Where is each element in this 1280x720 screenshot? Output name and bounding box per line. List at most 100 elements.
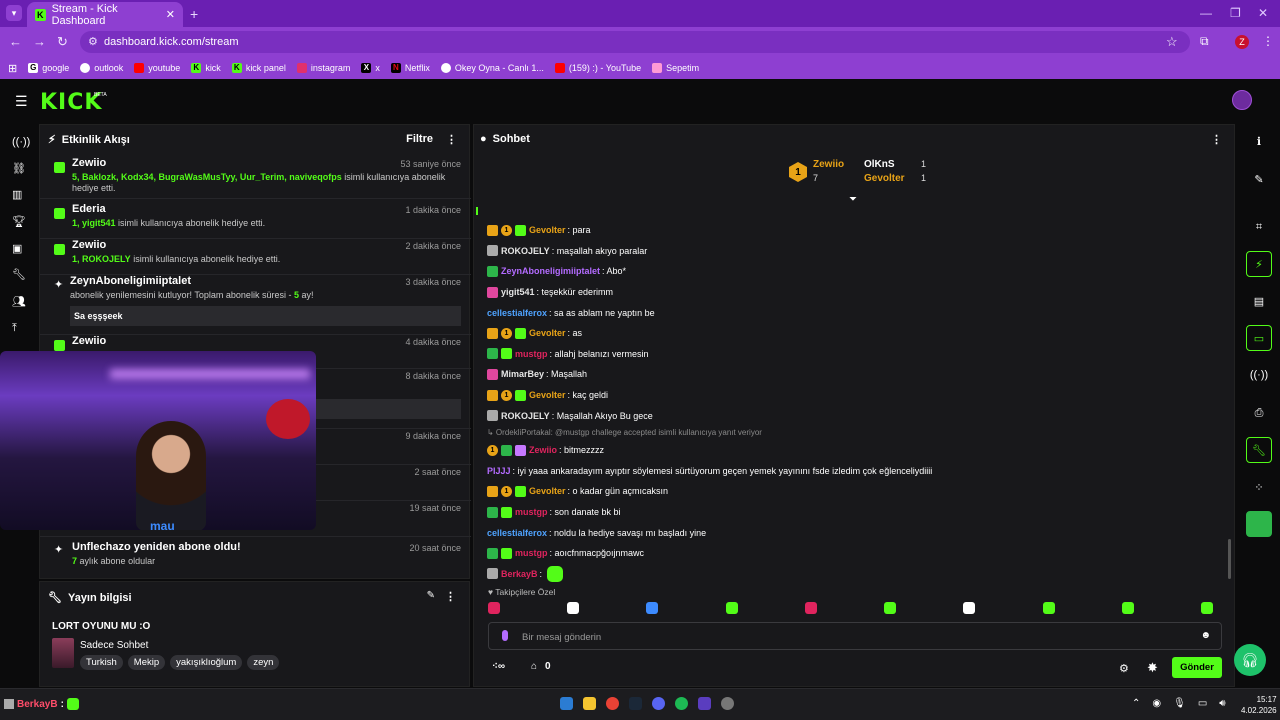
event-user[interactable]: Ederia [72, 203, 461, 215]
settings-icon[interactable]: ⚙ [1119, 662, 1129, 675]
maximize-icon[interactable]: ❐ [1230, 6, 1241, 20]
group-icon[interactable]: ⁘ [1246, 474, 1272, 500]
gifter-name[interactable]: OlKnS [864, 159, 895, 170]
emoji-icon[interactable]: ☻ [1200, 630, 1211, 641]
url-field[interactable]: ⚙ dashboard.kick.com/stream [80, 31, 1190, 53]
windows-start-icon[interactable] [560, 697, 573, 710]
discord-icon[interactable] [652, 697, 665, 710]
chrome-icon[interactable] [606, 697, 619, 710]
bookmark-kick[interactable]: Kkick [191, 63, 221, 73]
broadcast-icon[interactable]: ((·)) [1246, 362, 1272, 388]
steam-icon[interactable] [629, 697, 642, 710]
emote[interactable] [884, 602, 897, 614]
close-tab-icon[interactable]: ✕ [166, 8, 175, 21]
emote[interactable] [725, 602, 738, 614]
forward-icon[interactable]: → [33, 34, 46, 49]
top-gifter-name[interactable]: Zewiio [813, 159, 844, 170]
user-avatar[interactable] [1232, 90, 1252, 110]
bookmark-youtube-2[interactable]: (159) :) - YouTube [554, 63, 641, 73]
chat-username[interactable]: mustgp [515, 548, 548, 558]
infinity-icon[interactable]: ⁖∞ [492, 661, 505, 672]
emote[interactable] [963, 602, 976, 614]
app-icon[interactable] [698, 697, 711, 710]
event-user[interactable]: ZeynAboneligimiiptalet [70, 275, 461, 287]
document-icon[interactable]: ▤ [1246, 288, 1272, 314]
link-icon[interactable]: ⛓ [12, 162, 26, 175]
chat-username[interactable]: Gevolter [529, 328, 566, 338]
gifter-name[interactable]: Gevolter [864, 173, 905, 184]
tag[interactable]: zeyn [247, 655, 280, 670]
emote[interactable] [567, 602, 580, 614]
emote[interactable] [804, 602, 817, 614]
profile-avatar[interactable]: Z [1235, 35, 1249, 49]
chat-username[interactable]: MimarBey [501, 369, 544, 379]
video-icon[interactable]: ▣ [12, 242, 22, 255]
wrench-icon[interactable]: 🔧︎ [1246, 437, 1272, 463]
scrollbar[interactable] [1228, 539, 1231, 579]
stream-category[interactable]: Sadece Sohbet [80, 640, 148, 651]
emote[interactable] [488, 602, 500, 614]
menu-icon[interactable]: ☰ [15, 93, 28, 110]
analytics-icon[interactable]: ▥ [12, 188, 22, 201]
volume-icon[interactable]: 🔊︎ [1219, 698, 1225, 709]
chevron-up-icon[interactable]: ⌃ [1132, 698, 1140, 709]
wrench-icon[interactable]: 🔧︎ [12, 268, 26, 281]
scan-icon[interactable]: ⌗ [1246, 214, 1272, 240]
tag[interactable]: Turkish [80, 655, 123, 670]
chat-username[interactable]: mustgp [515, 349, 548, 359]
reload-icon[interactable]: ↻ [57, 34, 68, 50]
gift-box-icon[interactable]: ✸ [1147, 660, 1158, 676]
reply-reference[interactable]: ↳ OrdekliPortakal: @mustgp challege acce… [487, 426, 1227, 440]
microphone-icon[interactable]: 🎙︎ [1173, 698, 1186, 709]
emote[interactable] [1042, 602, 1055, 614]
printer-icon[interactable]: ⎙ [1246, 400, 1272, 426]
support-icon[interactable]: 🎧︎ [1234, 644, 1266, 676]
filter-button[interactable]: Filtre [406, 133, 433, 145]
chat-input[interactable]: Bir mesaj gönderin ☻ [488, 622, 1222, 650]
upload-icon[interactable]: ⤒ [12, 322, 17, 335]
emote[interactable] [646, 602, 659, 614]
chat-username[interactable]: ROKOJELY [501, 411, 550, 421]
chat-username[interactable]: Gevolter [529, 390, 566, 400]
app-icon[interactable] [721, 697, 734, 710]
bookmark-youtube[interactable]: youtube [134, 63, 180, 73]
bookmark-outlook[interactable]: outlook [80, 63, 123, 73]
info-icon[interactable]: ℹ [1246, 128, 1272, 154]
emote[interactable] [1121, 602, 1134, 614]
bookmark-kick-panel[interactable]: Kkick panel [231, 63, 286, 73]
chat-username[interactable]: Gevolter [529, 225, 566, 235]
chat-username[interactable]: yigit541 [501, 287, 535, 297]
file-explorer-icon[interactable] [583, 697, 596, 710]
more-options-icon[interactable]: ⋮ [446, 133, 457, 146]
event-user[interactable]: Zewiio [72, 335, 461, 347]
new-tab-icon[interactable]: + [190, 6, 198, 22]
bookmark-star-icon[interactable]: ☆ [1166, 34, 1178, 50]
microphone-icon[interactable] [502, 630, 508, 641]
tab-kick-dashboard[interactable]: K Stream - Kick Dashboard ✕ [27, 2, 183, 27]
steam-tray-icon[interactable]: ◉ [1152, 698, 1161, 709]
chat-username[interactable]: ZeynAboneligimiiptalet [501, 266, 600, 276]
extensions-icon[interactable]: ⧉ [1200, 34, 1209, 49]
bookmark-sepetim[interactable]: Sepetim [652, 63, 699, 73]
edit-icon[interactable]: ✎ [1246, 166, 1272, 192]
clock[interactable]: 15:17 4.02.2026 [1241, 694, 1277, 716]
more-options-icon[interactable]: ⋮ [1211, 133, 1222, 146]
minimize-icon[interactable]: — [1200, 6, 1212, 20]
lightning-icon[interactable]: ⚡︎ [1246, 251, 1272, 277]
trophy-icon[interactable]: 🏆︎ [12, 215, 26, 228]
site-info-icon[interactable]: ⚙ [88, 35, 98, 48]
bookmark-okey[interactable]: Okey Oyna - Canlı 1... [440, 63, 544, 73]
kick-app-icon[interactable] [1246, 511, 1272, 537]
emote[interactable] [1200, 602, 1213, 614]
tab-search-icon[interactable]: ▾ [6, 5, 22, 21]
tag[interactable]: yakışıklıoğlum [170, 655, 243, 670]
apps-icon[interactable]: ⊞ [8, 62, 17, 75]
bookmark-google[interactable]: Ggoogle [28, 63, 69, 73]
bookmark-x[interactable]: Xx [361, 63, 380, 73]
webcam-overlay[interactable]: mau [0, 351, 316, 530]
close-window-icon[interactable]: ✕ [1258, 6, 1268, 20]
chat-username[interactable]: cellestialferox [487, 308, 547, 318]
chat-username[interactable]: PIJJJ [487, 466, 511, 476]
chat-bubble-icon[interactable]: ▭ [1246, 325, 1272, 351]
live-icon[interactable]: ((·)) [12, 136, 30, 148]
